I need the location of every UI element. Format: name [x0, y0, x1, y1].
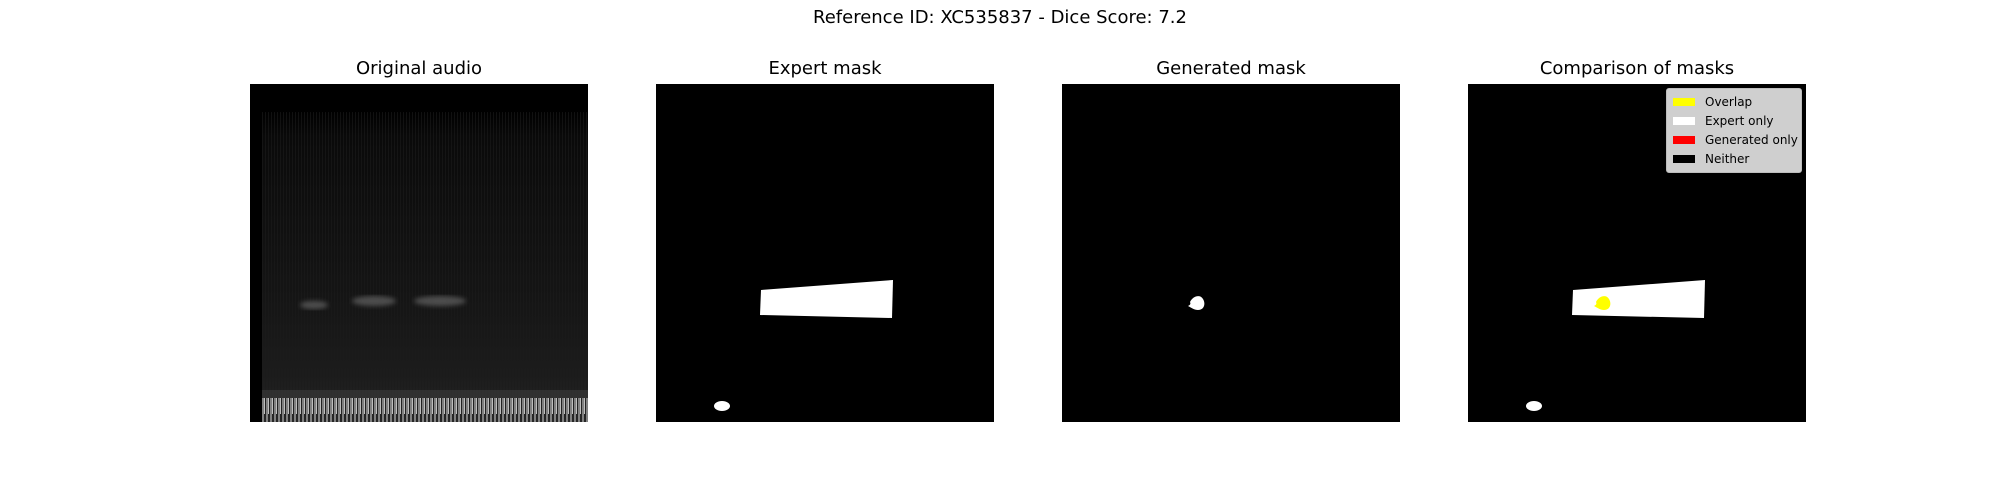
comparison-expert-only-blob [1526, 401, 1542, 411]
legend-swatch-expert-only [1673, 116, 1695, 125]
legend-label-expert-only: Expert only [1705, 113, 1774, 128]
legend-item-generated-only: Generated only [1667, 130, 1801, 149]
legend-label-neither: Neither [1705, 151, 1750, 166]
legend-swatch-neither [1673, 154, 1695, 163]
spectrogram-image [250, 84, 588, 422]
legend-item-expert-only: Expert only [1667, 111, 1801, 130]
legend-swatch-generated-only [1673, 135, 1695, 144]
legend-swatch-overlap [1673, 97, 1695, 106]
expert-mask-title: Expert mask [768, 58, 882, 79]
legend-label-overlap: Overlap [1705, 94, 1753, 109]
generated-mask-panel [1062, 84, 1400, 422]
comparison-title: Comparison of masks [1539, 58, 1735, 79]
generated-mask-title: Generated mask [1156, 58, 1306, 79]
original-audio-spectrogram [250, 84, 588, 422]
expert-mask-image [656, 84, 994, 422]
expert-mask-panel [656, 84, 994, 422]
comparison-panel: Overlap Expert only Generated only Neith… [1468, 84, 1806, 422]
generated-mask-image [1062, 84, 1400, 422]
expert-mask-blob [714, 401, 730, 411]
legend-item-overlap: Overlap [1667, 92, 1801, 111]
original-audio-title: Original audio [355, 58, 483, 79]
figure-suptitle: Reference ID: XC535837 - Dice Score: 7.2 [813, 7, 1187, 28]
comparison-legend: Overlap Expert only Generated only Neith… [1666, 88, 1802, 173]
legend-item-neither: Neither [1667, 149, 1801, 168]
legend-label-generated-only: Generated only [1705, 132, 1798, 147]
